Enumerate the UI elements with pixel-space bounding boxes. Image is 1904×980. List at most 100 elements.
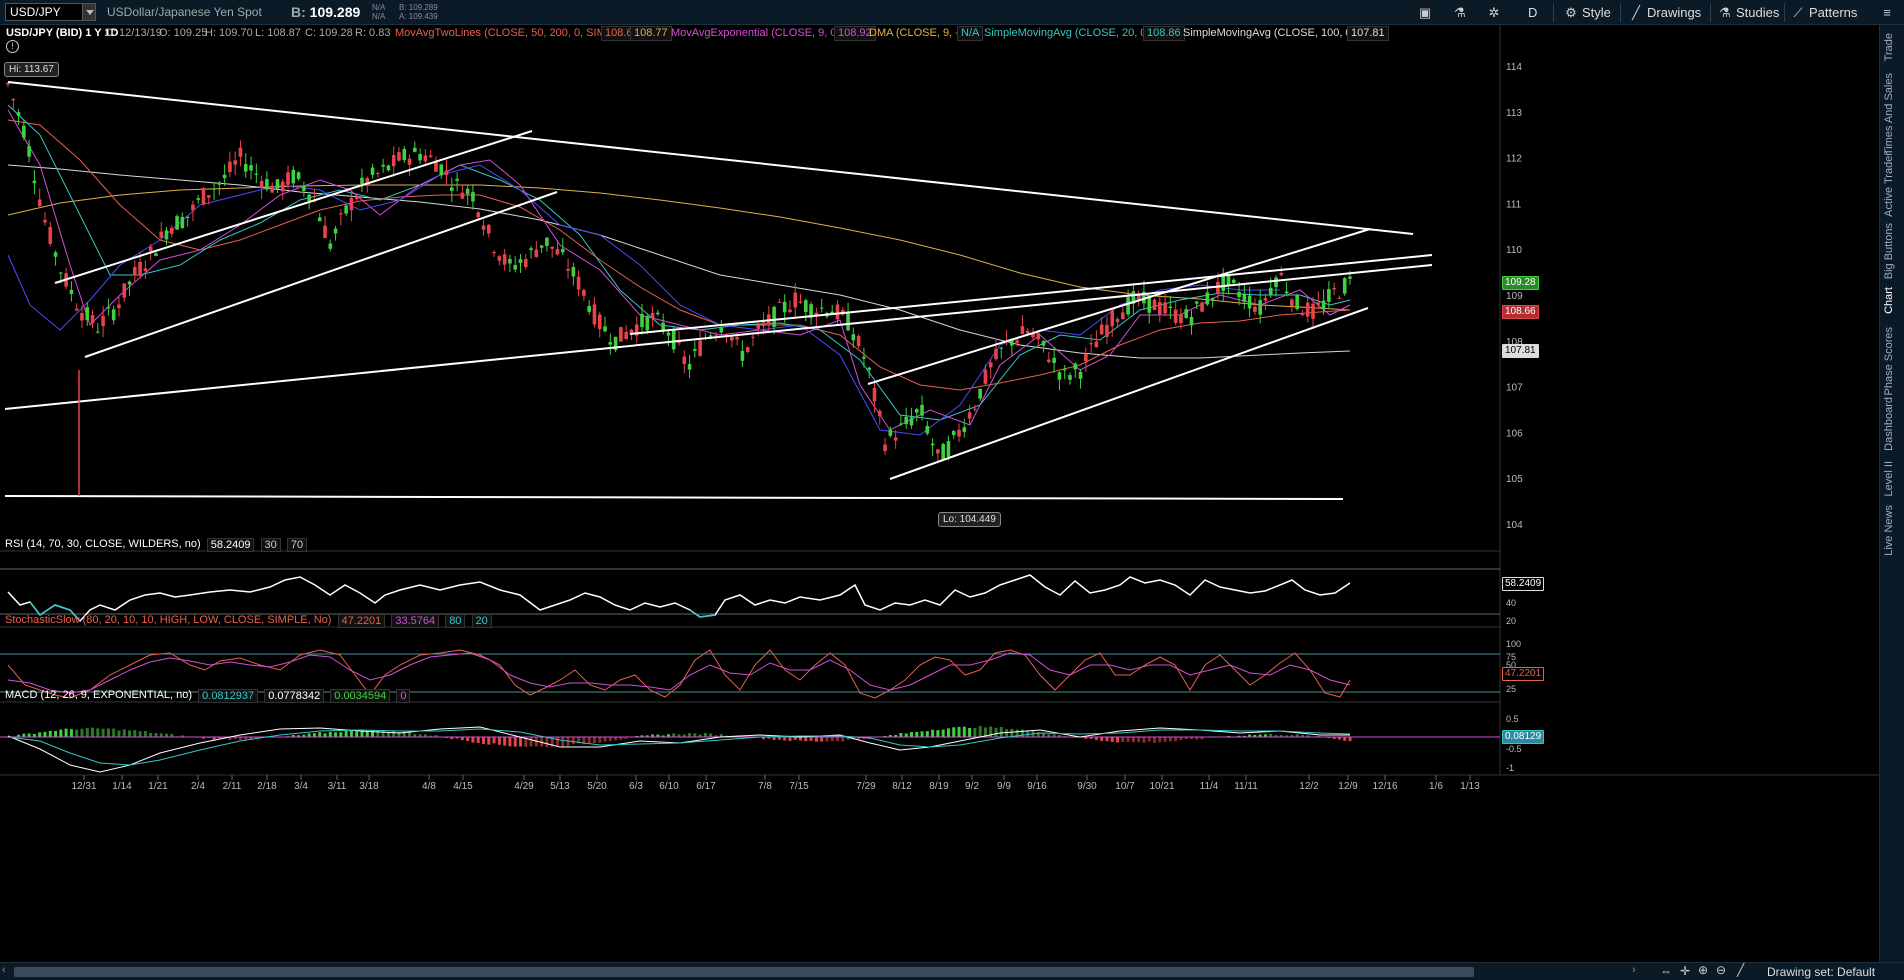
time-tick-label: 3/11 — [328, 781, 347, 792]
chart-canvas[interactable]: 1041051061071081091101111121131142040255… — [0, 25, 1879, 962]
candle-body — [1274, 277, 1278, 288]
rsi-label[interactable]: RSI (14, 70, 30, CLOSE, WILDERS, no) — [5, 538, 201, 550]
candle-body — [772, 306, 776, 327]
macd-bar — [128, 730, 132, 737]
style-button[interactable]: ⚙ Style — [1564, 3, 1611, 22]
horizontal-support[interactable] — [4, 495, 1344, 500]
candle-body — [1263, 297, 1268, 301]
studies-button[interactable]: ⚗ Studies — [1718, 3, 1779, 22]
candle-body — [1200, 302, 1204, 312]
candle-body — [233, 160, 237, 165]
stoch-label[interactable]: StochasticSlow (80, 20, 10, 10, HIGH, LO… — [5, 614, 331, 626]
trendline-long-support-2[interactable] — [629, 254, 1433, 335]
candle-body — [1332, 288, 1336, 290]
draw-line-icon[interactable]: ╱ — [1737, 963, 1744, 977]
flask-button[interactable]: ⚗ — [1453, 3, 1467, 22]
period-button[interactable]: D — [1528, 3, 1537, 22]
macd-bar — [909, 732, 913, 737]
trendline-long-support[interactable] — [4, 264, 1433, 410]
time-tick-label: 9/2 — [965, 781, 979, 792]
candle-body — [698, 340, 702, 356]
right-tab-chart[interactable]: Chart — [1883, 287, 1895, 314]
candle-body — [476, 212, 481, 218]
rsi-tick-label: 20 — [1506, 616, 1516, 626]
right-tab-live-news[interactable]: Live News — [1883, 505, 1895, 556]
trendline-channel-lower[interactable] — [84, 191, 558, 358]
drawings-button[interactable]: ╱ Drawings — [1629, 3, 1701, 22]
trendline-top-resistance[interactable] — [7, 81, 1414, 235]
candle-body — [983, 369, 988, 384]
right-tab-level-ii[interactable]: Level II — [1883, 461, 1895, 496]
price-tick-label: 109 — [1506, 291, 1523, 302]
time-tick-label: 2/18 — [257, 781, 277, 792]
macd-bar — [672, 733, 676, 737]
candle-body — [1295, 294, 1299, 310]
flask-icon: ⚗ — [1454, 4, 1466, 20]
macd-bar — [334, 732, 338, 737]
candle-body — [37, 199, 42, 207]
pan-icon[interactable]: ⇔ — [1660, 964, 1672, 978]
macd-bar — [1137, 737, 1141, 743]
info-icon[interactable]: ! — [6, 40, 19, 53]
right-tab-times-and-sales[interactable]: Times And Sales — [1883, 73, 1895, 155]
macd-bar — [349, 730, 353, 737]
candle-body — [175, 216, 179, 230]
candle-body — [518, 259, 523, 264]
candle-body — [323, 225, 327, 239]
scroll-left-icon[interactable]: ‹ — [2, 964, 6, 976]
macd-bar — [154, 733, 158, 737]
price-tick-label: 104 — [1506, 520, 1523, 531]
crosshair-icon[interactable]: ✛ — [1680, 964, 1690, 978]
time-tick-label: 5/20 — [587, 781, 607, 792]
macd-bar — [43, 731, 47, 737]
candle-body — [164, 230, 169, 240]
candle-body — [930, 443, 935, 446]
zoom-out-icon[interactable]: ⊖ — [1716, 963, 1726, 977]
right-tab-dashboard[interactable]: Dashboard — [1883, 397, 1895, 451]
right-tab-trade[interactable]: Trade — [1883, 33, 1895, 61]
candle-body — [682, 356, 687, 364]
candle-body — [407, 158, 412, 165]
macd-bar — [952, 727, 956, 737]
scroll-right-icon[interactable]: › — [1632, 964, 1636, 976]
macd-bar — [122, 729, 126, 737]
drawing-set-label[interactable]: Drawing set: Default — [1767, 965, 1875, 979]
candle-body — [719, 327, 724, 333]
candle-body — [1089, 343, 1093, 345]
candle-body — [228, 161, 232, 173]
drawings-label: Drawings — [1647, 5, 1702, 20]
candle-body — [893, 437, 898, 441]
macd-bar — [1163, 737, 1167, 742]
symbol-dropdown-arrow-icon[interactable] — [82, 4, 95, 20]
candle-body — [555, 248, 560, 255]
candle-body — [96, 331, 100, 333]
screenshot-button[interactable]: ▣ — [1418, 3, 1432, 22]
candle-body — [111, 309, 116, 321]
candle-body — [180, 216, 185, 229]
macd-bar — [915, 731, 919, 737]
trendline-rising-lower[interactable] — [889, 307, 1369, 480]
chart-scrollbar[interactable] — [14, 967, 1474, 977]
macd-bar — [392, 730, 396, 737]
macd-label[interactable]: MACD (12, 26, 9, EXPONENTIAL, no) — [5, 689, 192, 701]
scrollbar-thumb[interactable] — [14, 967, 1474, 977]
candle-body — [534, 249, 539, 257]
right-tab-active-trader[interactable]: Active Trader — [1883, 152, 1895, 217]
settings-button[interactable]: ✲ — [1487, 3, 1501, 22]
camera-icon: ▣ — [1418, 4, 1432, 20]
zoom-in-icon[interactable]: ⊕ — [1698, 963, 1708, 977]
candle-body — [1268, 287, 1273, 296]
candle-body — [666, 332, 671, 336]
patterns-button[interactable]: ⟋ Patterns — [1791, 3, 1857, 22]
candle-body — [745, 347, 750, 352]
right-tab-phase-scores[interactable]: Phase Scores — [1883, 327, 1895, 395]
stoch-d-value: 33.5764 — [391, 614, 440, 628]
right-tab-big-buttons[interactable]: Big Buttons — [1883, 223, 1895, 279]
candle-body — [867, 367, 872, 370]
candle-body — [16, 112, 21, 116]
menu-button[interactable]: ≡ — [1880, 3, 1894, 22]
macd-bar — [312, 733, 316, 737]
macd-bar — [925, 731, 929, 737]
candle-body — [804, 300, 808, 312]
macd-bar — [518, 737, 522, 747]
